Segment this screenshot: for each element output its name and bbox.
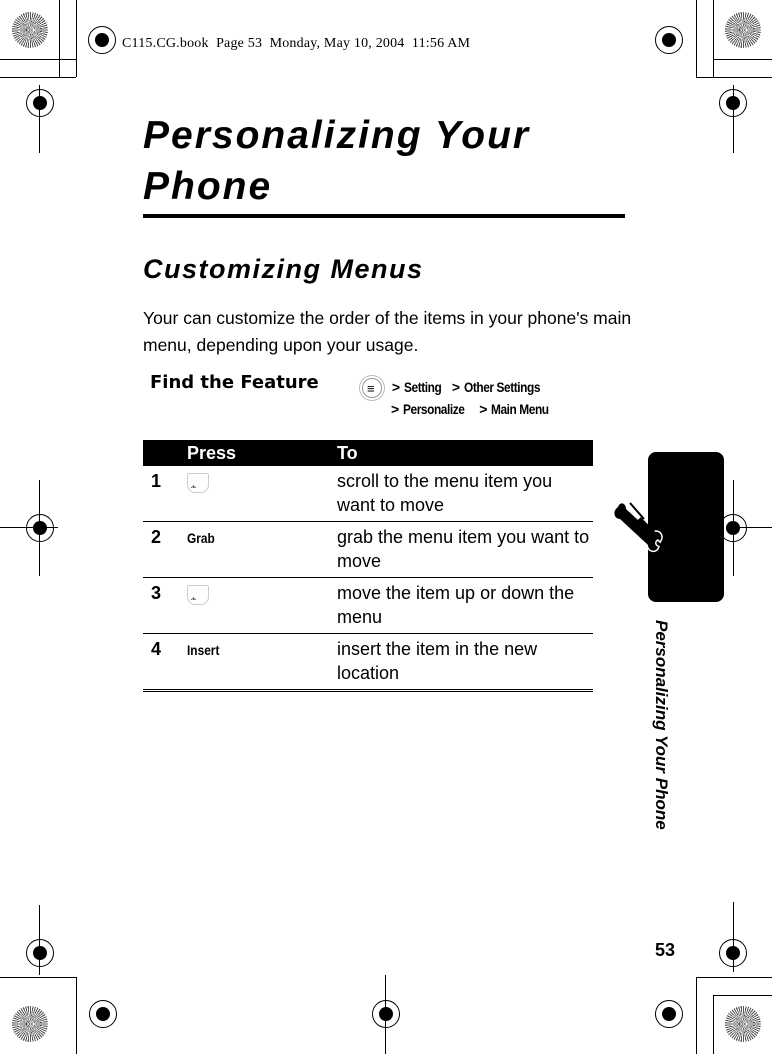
registration-mark-icon: [88, 26, 116, 54]
menu-item-main-menu: Main Menu: [491, 401, 550, 418]
header-to: To: [337, 440, 593, 466]
registration-mark-icon: [26, 939, 54, 967]
color-target-icon: [725, 12, 761, 48]
menu-item-personalize: Personalize: [403, 401, 465, 418]
step-action: insert the item in the new location: [337, 633, 593, 692]
menu-key-icon: [362, 378, 382, 400]
find-feature-path: > Setting > Other Settings > Personalize…: [362, 376, 559, 420]
section-title: Customizing Menus: [143, 254, 424, 284]
find-feature-label: Find the Feature: [150, 372, 319, 393]
crop-mark: [39, 905, 40, 975]
crop-mark: [0, 77, 76, 78]
crop-mark: [733, 480, 734, 576]
menu-item-other-settings: Other Settings: [463, 379, 540, 395]
crop-mark: [59, 0, 60, 77]
color-target-icon: [725, 1006, 761, 1042]
softkey-insert: Insert: [187, 642, 220, 658]
step-action: grab the menu item you want to move: [337, 521, 593, 578]
crop-mark: [713, 995, 772, 996]
crop-mark: [76, 0, 77, 77]
step-action: scroll to the menu item you want to move: [337, 466, 593, 522]
crop-mark: [0, 527, 58, 528]
page-title: Personalizing Your Phone: [143, 114, 531, 208]
crop-mark: [734, 527, 772, 528]
crop-mark: [696, 77, 772, 78]
print-header: C115.CG.book Page 53 Monday, May 10, 200…: [122, 36, 471, 51]
crop-mark: [0, 59, 76, 60]
table-row: 3 move the item up or down the menu: [143, 577, 593, 634]
crop-mark: [696, 977, 772, 978]
title-divider: [143, 214, 625, 218]
find-feature-path-line2: > Personalize > Main Menu: [362, 398, 559, 420]
step-action: move the item up or down the menu: [337, 577, 593, 634]
crop-mark: [713, 995, 714, 1054]
crop-mark: [0, 977, 76, 978]
registration-mark-icon: [26, 514, 54, 542]
table-row: 2 Grab grab the menu item you want to mo…: [143, 521, 593, 578]
registration-mark-icon: [372, 1000, 400, 1028]
crop-mark: [713, 0, 714, 77]
steps-table: Press To 1 scroll to the menu item you w…: [143, 440, 593, 692]
step-number: 4: [143, 633, 187, 692]
table-row: 4 Insert insert the item in the new loca…: [143, 633, 593, 692]
wrench-screwdriver-icon: [612, 501, 663, 553]
registration-mark-icon: [26, 89, 54, 117]
chapter-side-label: Personalizing Your Phone: [652, 620, 671, 830]
registration-mark-icon: [655, 26, 683, 54]
page-number: 53: [655, 940, 676, 960]
registration-mark-icon: [655, 1000, 683, 1028]
find-feature-path-line1: > Setting > Other Settings: [362, 376, 559, 400]
crop-mark: [713, 59, 772, 60]
table-row: 1 scroll to the menu item you want to mo…: [143, 466, 593, 522]
nav-key-icon: [187, 585, 209, 611]
intro-paragraph: Your can customize the order of the item…: [143, 308, 632, 355]
step-number: 3: [143, 577, 187, 634]
menu-item-setting: Setting: [403, 379, 442, 395]
softkey-grab: Grab: [187, 530, 215, 546]
registration-mark-icon: [89, 1000, 117, 1028]
step-number: 1: [143, 466, 187, 522]
crop-mark: [696, 977, 697, 1054]
table-header-row: Press To: [143, 440, 593, 466]
crop-mark: [39, 480, 40, 576]
crop-mark: [733, 85, 734, 153]
color-target-icon: [12, 1006, 48, 1042]
crop-mark: [76, 977, 77, 1054]
crop-mark: [39, 85, 40, 153]
header-press: Press: [187, 440, 337, 466]
color-target-icon: [12, 12, 48, 48]
crop-mark: [385, 975, 386, 1054]
crop-mark: [696, 0, 697, 77]
step-number: 2: [143, 521, 187, 578]
nav-key-icon: [187, 473, 209, 499]
crop-mark: [733, 902, 734, 972]
